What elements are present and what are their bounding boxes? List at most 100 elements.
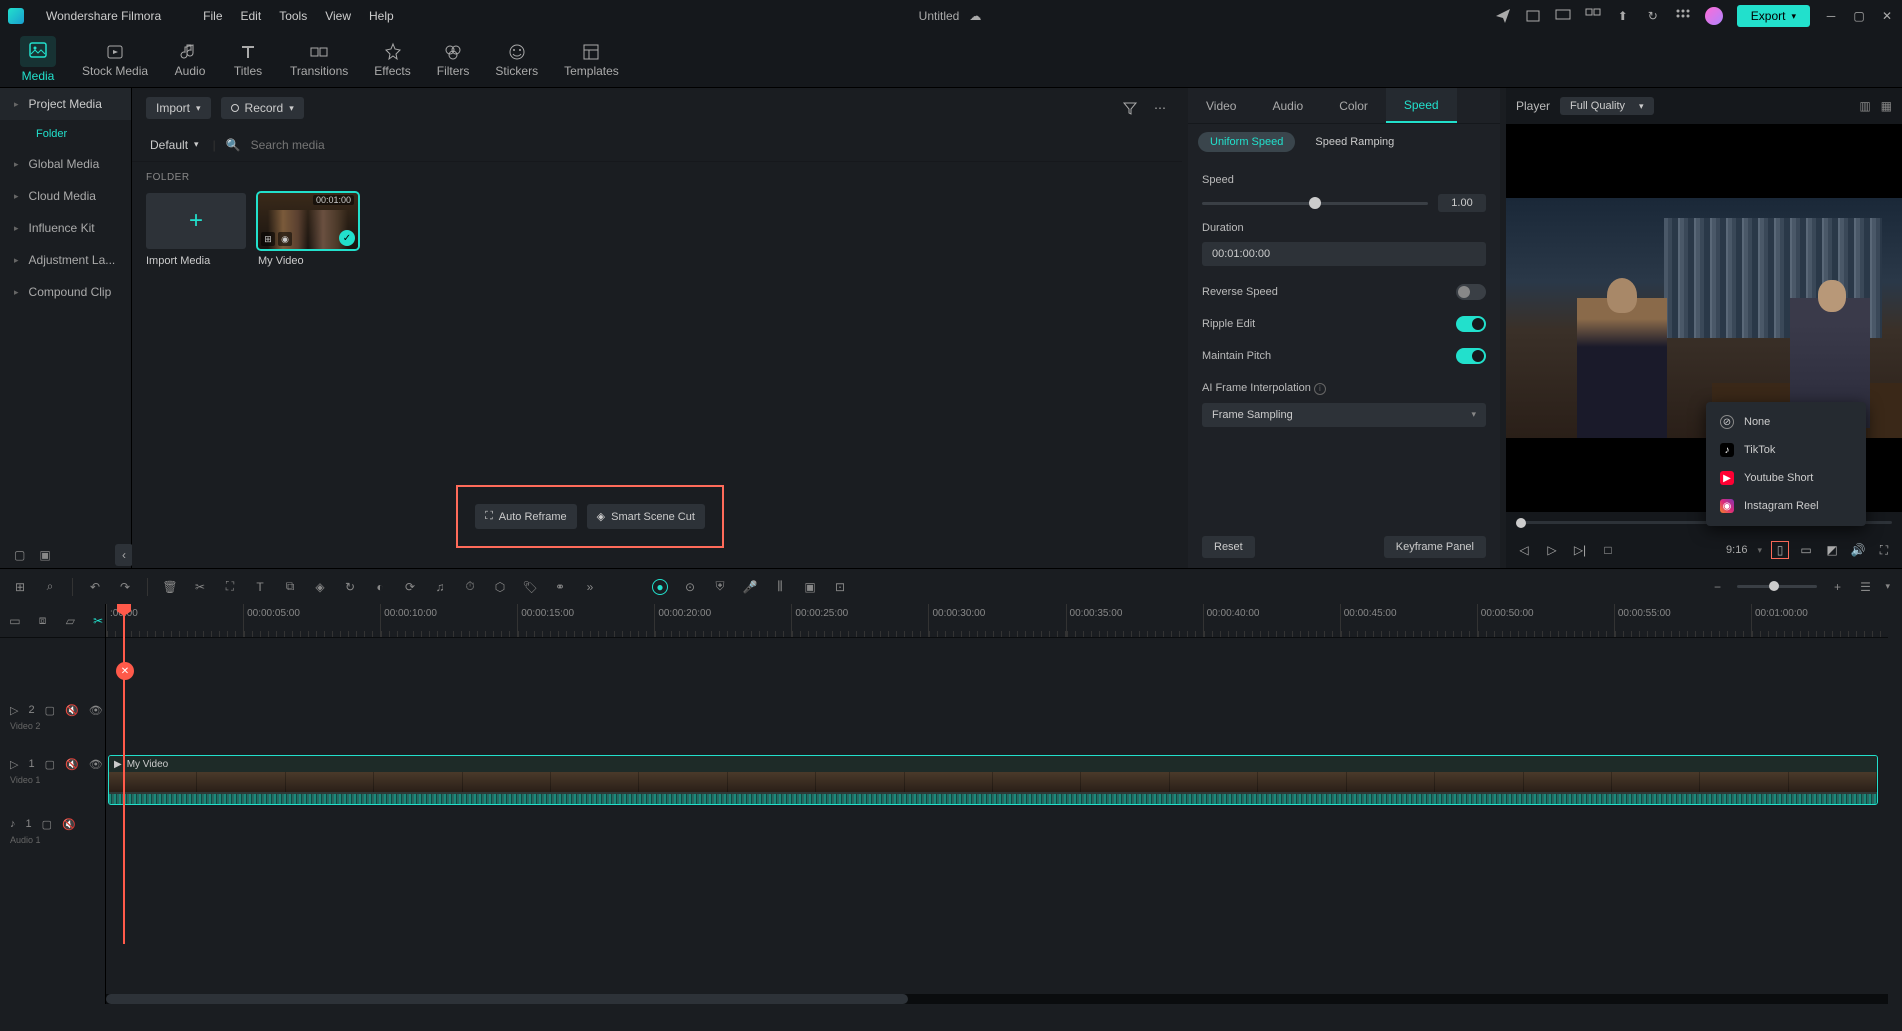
tab-audio[interactable]: Audio: [166, 38, 214, 82]
menu-tools[interactable]: Tools: [279, 9, 307, 23]
upload-icon[interactable]: ⬆: [1615, 8, 1631, 24]
timeline-opt2-icon[interactable]: ⧈: [36, 613, 50, 629]
playhead[interactable]: [123, 604, 125, 944]
volume-icon[interactable]: 🔊: [1850, 542, 1866, 558]
sidebar-folder[interactable]: Folder: [0, 120, 131, 148]
apps-icon[interactable]: [1675, 8, 1691, 24]
color-button[interactable]: ◐: [372, 579, 388, 595]
sidebar-cloud-media[interactable]: ▸Cloud Media: [0, 180, 131, 212]
maximize-button[interactable]: ▢: [1852, 9, 1866, 23]
search-input[interactable]: [251, 138, 1168, 152]
sort-dropdown[interactable]: Default▾: [146, 136, 203, 154]
tab-stickers[interactable]: Stickers: [487, 38, 546, 82]
monitor-icon[interactable]: [1555, 8, 1571, 24]
menu-file[interactable]: File: [203, 9, 222, 23]
visible-icon[interactable]: 👁: [89, 758, 103, 771]
adjust-icon[interactable]: ▣: [802, 579, 818, 595]
lock-icon[interactable]: ▢: [45, 758, 55, 771]
record-vo-icon[interactable]: ⊙: [682, 579, 698, 595]
track-button[interactable]: ◈: [312, 579, 328, 595]
render-preview-button[interactable]: ●: [652, 579, 668, 595]
smart-scene-cut-button[interactable]: ◈Smart Scene Cut: [587, 504, 705, 529]
record-button[interactable]: Record▾: [221, 97, 304, 119]
fit-icon[interactable]: ⊡: [832, 579, 848, 595]
more-icon[interactable]: ⋯: [1152, 100, 1168, 116]
camera-icon[interactable]: ◩: [1824, 542, 1840, 558]
mic-icon[interactable]: 🎤: [742, 579, 758, 595]
reverse-toggle[interactable]: [1456, 284, 1486, 300]
keyframe-panel-button[interactable]: Keyframe Panel: [1384, 536, 1486, 558]
sidebar-project-media[interactable]: ▸Project Media: [0, 88, 131, 120]
track-display-icon[interactable]: ☰: [1857, 579, 1873, 595]
social-youtube-short[interactable]: ▶Youtube Short: [1706, 464, 1866, 492]
lock-icon[interactable]: ▢: [45, 704, 55, 717]
lock-icon[interactable]: ▢: [42, 818, 52, 831]
prop-tab-audio[interactable]: Audio: [1254, 88, 1321, 123]
undo-button[interactable]: ↶: [87, 579, 103, 595]
auto-reframe-button[interactable]: ⛶Auto Reframe: [475, 504, 577, 529]
new-folder-icon[interactable]: ▢: [14, 548, 25, 562]
speed-tool-icon[interactable]: ⟳: [402, 579, 418, 595]
visible-icon[interactable]: 👁: [89, 704, 103, 717]
mute-icon[interactable]: 🔇: [62, 818, 76, 831]
copy-button[interactable]: ⧉: [282, 579, 298, 595]
track-head-video2[interactable]: ▷2▢🔇👁 Video 2: [0, 698, 106, 748]
tab-templates[interactable]: Templates: [556, 38, 627, 82]
minimize-button[interactable]: ─: [1824, 9, 1838, 23]
social-none[interactable]: ⊘None: [1706, 408, 1866, 436]
sidebar-adjustment-layer[interactable]: ▸Adjustment La...: [0, 244, 131, 276]
rotate-button[interactable]: ↻: [342, 579, 358, 595]
filter-icon[interactable]: [1122, 100, 1138, 116]
media-card-my-video[interactable]: 00:01:00 ⊞◉ ✓ My Video: [258, 193, 358, 267]
shield-icon[interactable]: ⛨: [712, 579, 728, 595]
prop-tab-video[interactable]: Video: [1188, 88, 1254, 123]
mixer-icon[interactable]: ⫼: [772, 579, 788, 595]
prop-tab-color[interactable]: Color: [1321, 88, 1386, 123]
crop-button[interactable]: ⛶: [222, 579, 238, 595]
tag-icon[interactable]: 🏷: [522, 579, 538, 595]
track-display-chevron[interactable]: ▾: [1885, 581, 1890, 592]
cut-button[interactable]: ✂: [192, 579, 208, 595]
play-button[interactable]: ▷: [1544, 542, 1560, 558]
link-icon[interactable]: ⚭: [552, 579, 568, 595]
sidebar-influence-kit[interactable]: ▸Influence Kit: [0, 212, 131, 244]
interpolation-select[interactable]: Frame Sampling▾: [1202, 403, 1486, 427]
arrange-icon[interactable]: ⊞: [12, 579, 28, 595]
snapshot-icon[interactable]: ▦: [1881, 99, 1892, 113]
menu-view[interactable]: View: [325, 9, 351, 23]
stop-button[interactable]: □: [1600, 542, 1616, 558]
prop-tab-speed[interactable]: Speed: [1386, 88, 1457, 123]
tab-titles[interactable]: Titles: [224, 38, 272, 82]
clip-my-video[interactable]: ▶My Video: [108, 755, 1878, 805]
more-tools-icon[interactable]: »: [582, 579, 598, 595]
aspect-portrait-button[interactable]: ▯: [1772, 542, 1788, 558]
timeline-scrollbar[interactable]: [106, 994, 1888, 1004]
export-button[interactable]: Export▾: [1737, 5, 1810, 27]
speed-value[interactable]: 1.00: [1438, 194, 1486, 212]
track-lane-audio1[interactable]: [106, 812, 1888, 852]
social-tiktok[interactable]: ♪TikTok: [1706, 436, 1866, 464]
timer-icon[interactable]: ⏱: [462, 579, 478, 595]
user-avatar[interactable]: [1705, 7, 1723, 25]
magnet-icon[interactable]: ⌕: [42, 579, 58, 595]
import-media-card[interactable]: + Import Media: [146, 193, 246, 267]
sidebar-global-media[interactable]: ▸Global Media: [0, 148, 131, 180]
ripple-toggle[interactable]: [1456, 316, 1486, 332]
close-button[interactable]: ✕: [1880, 9, 1894, 23]
pitch-toggle[interactable]: [1456, 348, 1486, 364]
info-icon[interactable]: i: [1314, 383, 1326, 395]
text-button[interactable]: T: [252, 579, 268, 595]
track-head-audio1[interactable]: ♪1▢🔇 Audio 1: [0, 812, 106, 852]
track-lane-video1[interactable]: ▶My Video: [106, 752, 1888, 808]
send-icon[interactable]: [1495, 8, 1511, 24]
new-bin-icon[interactable]: ▣: [39, 548, 50, 562]
fullscreen-icon[interactable]: ⛶: [1876, 542, 1892, 558]
layout-icon[interactable]: [1585, 8, 1601, 24]
timeline-opt3-icon[interactable]: ▱: [64, 613, 78, 629]
tab-stock-media[interactable]: Stock Media: [74, 38, 156, 82]
detach-audio-icon[interactable]: ♫: [432, 579, 448, 595]
subtab-speed-ramping[interactable]: Speed Ramping: [1303, 132, 1406, 152]
social-instagram-reel[interactable]: ◉Instagram Reel: [1706, 492, 1866, 520]
duration-input[interactable]: 00:01:00:00: [1202, 242, 1486, 266]
aspect-landscape-button[interactable]: ▭: [1798, 542, 1814, 558]
